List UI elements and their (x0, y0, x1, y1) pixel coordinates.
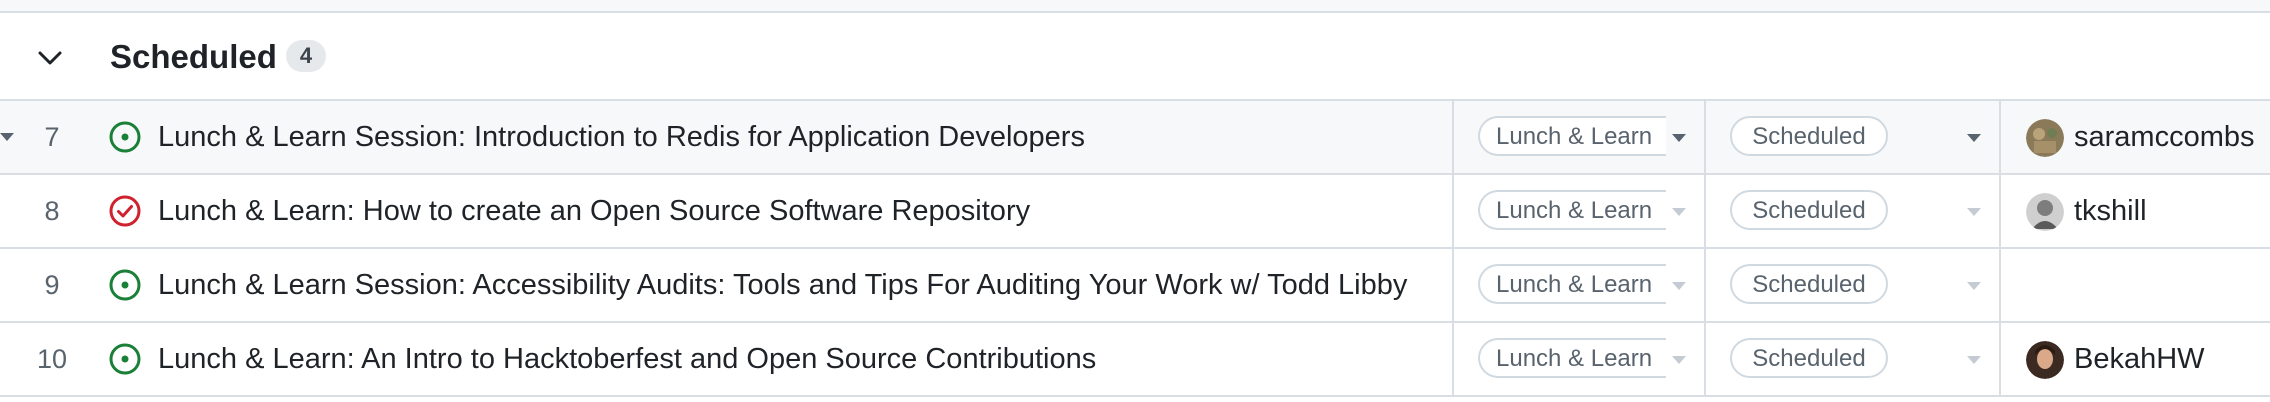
top-strip (0, 0, 2270, 13)
issue-title-link[interactable]: Lunch & Learn: An Intro to Hacktoberfest… (158, 323, 1096, 395)
type-dropdown-caret-icon[interactable] (1672, 356, 1686, 364)
row-number: 9 (44, 270, 60, 300)
type-dropdown-caret-icon[interactable] (1672, 208, 1686, 216)
table-row[interactable]: 9 Lunch & Learn Session: Accessibility A… (0, 249, 2270, 323)
column-divider (1999, 249, 2001, 321)
assignee-name[interactable]: tkshill (2074, 175, 2147, 247)
type-dropdown-caret-icon[interactable] (1672, 282, 1686, 290)
avatar[interactable] (2026, 193, 2064, 231)
status-field-token[interactable]: Scheduled (1730, 190, 1888, 230)
column-divider (1704, 101, 1706, 173)
type-field-token[interactable]: Lunch & Learn (1478, 116, 1666, 156)
type-field-token[interactable]: Lunch & Learn (1478, 190, 1666, 230)
issue-open-icon (109, 343, 141, 375)
issue-open-icon (109, 269, 141, 301)
column-divider (1704, 249, 1706, 321)
type-dropdown-caret-icon[interactable] (1672, 134, 1686, 142)
issue-title-link[interactable]: Lunch & Learn Session: Accessibility Aud… (158, 249, 1407, 321)
chevron-down-icon (38, 51, 62, 65)
status-dropdown-caret-icon[interactable] (1967, 208, 1981, 216)
issue-title-link[interactable]: Lunch & Learn Session: Introduction to R… (158, 101, 1085, 173)
column-divider (1999, 323, 2001, 395)
status-field-token[interactable]: Scheduled (1730, 116, 1888, 156)
row-number: 8 (44, 196, 60, 226)
column-divider (1999, 175, 2001, 247)
issue-title-link[interactable]: Lunch & Learn: How to create an Open Sou… (158, 175, 1030, 247)
issue-open-icon (109, 121, 141, 153)
table-row[interactable]: 7 Lunch & Learn Session: Introduction to… (0, 101, 2270, 175)
group-header: Scheduled 4 (0, 13, 2270, 101)
row-number: 10 (36, 344, 68, 374)
column-divider (1452, 175, 1454, 247)
group-title: Scheduled (110, 38, 277, 75)
type-field-token[interactable]: Lunch & Learn (1478, 264, 1666, 304)
column-divider (1452, 323, 1454, 395)
column-divider (1452, 101, 1454, 173)
status-field-token[interactable]: Scheduled (1730, 338, 1888, 378)
group-count-badge: 4 (286, 40, 326, 72)
column-divider (1452, 249, 1454, 321)
column-divider (1704, 175, 1706, 247)
avatar[interactable] (2026, 341, 2064, 379)
table-row[interactable]: 10 Lunch & Learn: An Intro to Hacktoberf… (0, 323, 2270, 397)
type-field-token[interactable]: Lunch & Learn (1478, 338, 1666, 378)
avatar[interactable] (2026, 119, 2064, 157)
collapse-group-button[interactable] (30, 38, 70, 78)
status-dropdown-caret-icon[interactable] (1967, 134, 1981, 142)
status-dropdown-caret-icon[interactable] (1967, 282, 1981, 290)
table-row[interactable]: 8 Lunch & Learn: How to create an Open S… (0, 175, 2270, 249)
row-number: 7 (44, 122, 60, 152)
column-divider (1704, 323, 1706, 395)
issue-closed-icon (109, 195, 141, 227)
column-divider (1999, 101, 2001, 173)
status-field-token[interactable]: Scheduled (1730, 264, 1888, 304)
status-dropdown-caret-icon[interactable] (1967, 356, 1981, 364)
assignee-name[interactable]: saramccombs (2074, 101, 2255, 173)
assignee-name[interactable]: BekahHW (2074, 323, 2205, 395)
